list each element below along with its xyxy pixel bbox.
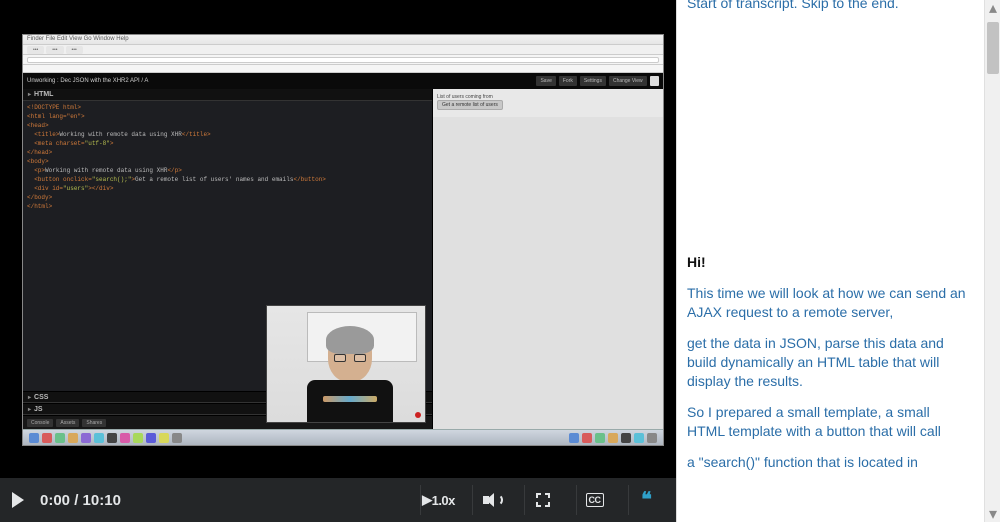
settings-button: Settings: [580, 76, 606, 86]
mac-menubar: Finder File Edit View Go Window Help: [23, 35, 663, 45]
browser-tabs: ••• ••• •••: [23, 45, 663, 55]
transcript-line-active[interactable]: Hi!: [687, 253, 968, 272]
transcript-line[interactable]: get the data in JSON, parse this data an…: [687, 334, 968, 391]
video-frame[interactable]: Finder File Edit View Go Window Help •••…: [0, 0, 676, 478]
speed-button[interactable]: ▶ 1.0x: [420, 485, 456, 515]
screencast: Finder File Edit View Go Window Help •••…: [22, 34, 664, 446]
fork-button: Fork: [559, 76, 577, 86]
webcam-pip: [266, 305, 426, 423]
transcript-line[interactable]: a "search()" function that is located in: [687, 453, 968, 472]
browser-urlbar-row: [23, 55, 663, 65]
scroll-down-button[interactable]: ▾: [985, 506, 1000, 522]
transcript-line[interactable]: This time we will look at how we can sen…: [687, 284, 968, 322]
shares-tab: Shares: [82, 419, 106, 427]
preview-button: Get a remote list of users: [437, 100, 503, 110]
transcript-body: Hi! This time we will look at how we can…: [687, 253, 968, 472]
browser-tab: •••: [66, 46, 83, 54]
save-button: Save: [536, 76, 555, 86]
time-display: 0:00 / 10:10: [40, 492, 121, 509]
assets-tab: Assets: [56, 419, 79, 427]
cc-icon: CC: [586, 493, 604, 507]
scrollbar[interactable]: ▴ ▾: [984, 0, 1000, 522]
preview-pane: List of users coming from Get a remote l…: [433, 89, 663, 429]
codepen-app: Unworking : Dec JSON with the XHR2 API /…: [23, 73, 663, 429]
change-view-button: Change View: [609, 76, 647, 86]
transcript-toggle-button[interactable]: ❝: [628, 485, 664, 515]
video-column: Finder File Edit View Go Window Help •••…: [0, 0, 676, 522]
captions-button[interactable]: CC: [576, 485, 612, 515]
scroll-up-button[interactable]: ▴: [985, 0, 1000, 16]
pen-title: Unworking : Dec JSON with the XHR2 API /…: [27, 78, 148, 84]
current-time: 0:00: [40, 492, 70, 509]
browser-tab: •••: [46, 46, 63, 54]
video-controls: 0:00 / 10:10 ▶ 1.0x CC ❝: [0, 478, 676, 522]
browser-urlbar: [27, 57, 659, 63]
transcript-line[interactable]: So I prepared a small template, a small …: [687, 403, 968, 441]
volume-icon: [483, 493, 499, 507]
record-indicator-icon: [415, 412, 421, 418]
browser-bookmarks: [23, 65, 663, 73]
fullscreen-button[interactable]: [524, 485, 560, 515]
browser-tab: •••: [27, 46, 44, 54]
transcript-skip-link[interactable]: Start of transcript. Skip to the end.: [687, 0, 968, 12]
panel-html: HTML: [23, 89, 432, 101]
profile-chip: [650, 76, 659, 86]
volume-button[interactable]: [472, 485, 508, 515]
editor-column: HTML <!DOCTYPE html> <html lang="en"> <h…: [23, 89, 433, 429]
play-button[interactable]: [12, 492, 24, 508]
duration: 10:10: [83, 492, 121, 509]
codepen-toolbar: Unworking : Dec JSON with the XHR2 API /…: [23, 73, 663, 89]
console-tab: Console: [27, 419, 53, 427]
fullscreen-icon: [536, 493, 550, 507]
mac-dock: [23, 429, 663, 445]
transcript-panel: Start of transcript. Skip to the end. Hi…: [676, 0, 1000, 522]
quote-icon: ❝: [641, 495, 652, 505]
scrollbar-thumb[interactable]: [987, 22, 999, 74]
presenter: [307, 332, 393, 423]
